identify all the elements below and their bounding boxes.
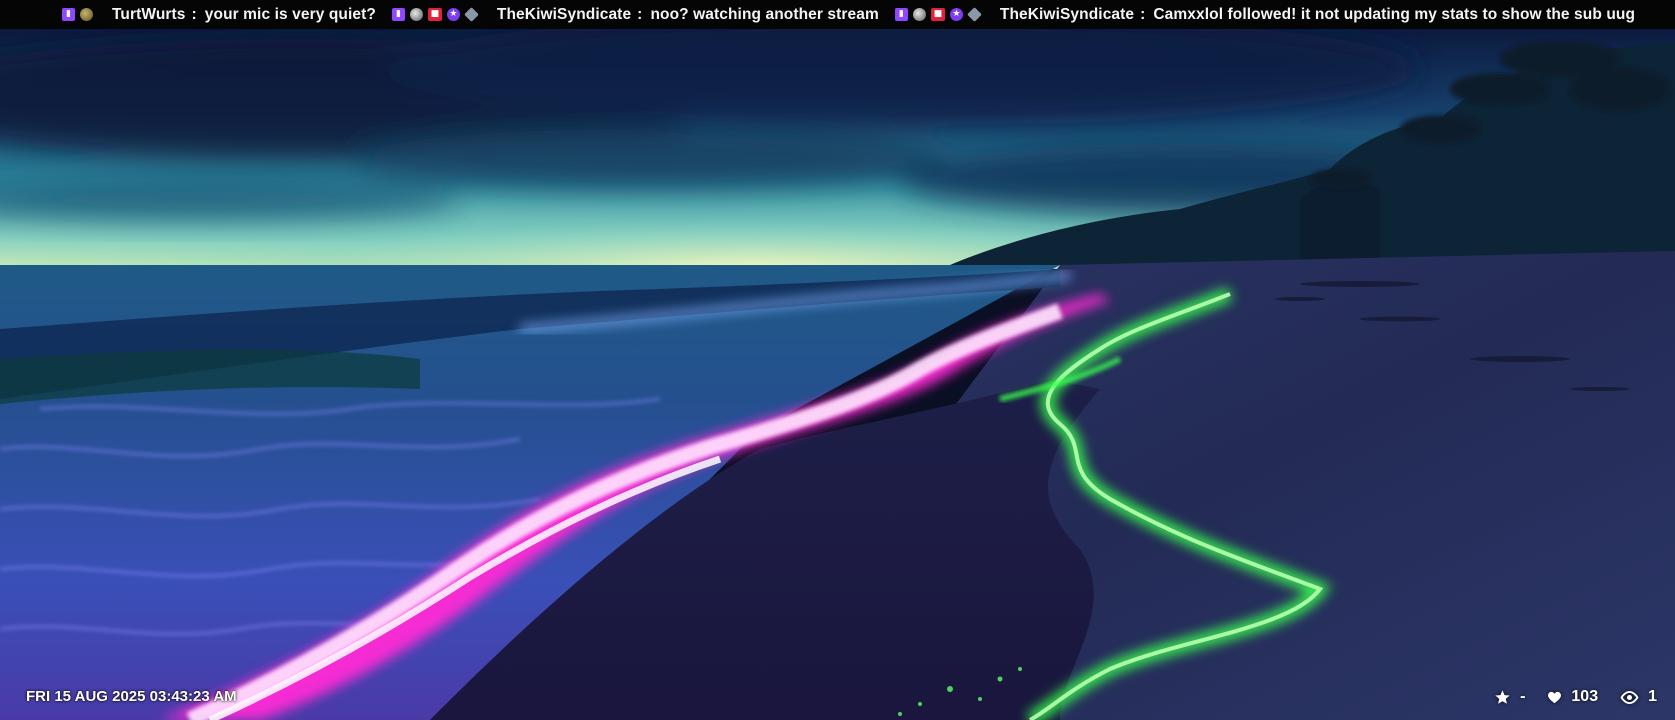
chat-text: noo? watching another stream <box>650 5 879 23</box>
chat-username: TheKiwiSyndicate <box>496 5 632 23</box>
heart-icon <box>1548 691 1562 703</box>
gem-icon <box>967 7 982 22</box>
chat-text: Camxxlol followed! it not updating my st… <box>1153 5 1636 23</box>
badge-group: ▮ ■ ★ <box>391 7 483 22</box>
badge-group: ▮ <box>62 8 98 21</box>
avatar-icon <box>80 8 93 21</box>
camera-icon: ■ <box>427 8 442 21</box>
stream-background <box>0 29 1675 720</box>
twitch-icon: ▮ <box>62 8 75 21</box>
likes-stat: 103 <box>1547 688 1598 706</box>
datetime-display: FRI 15 AUG 2025 03:43:23 AM <box>26 688 237 705</box>
favorites-count: - <box>1520 688 1526 705</box>
avatar-icon <box>409 8 423 21</box>
badge-group: ▮ ■ ★ <box>894 7 986 22</box>
chat-ticker: ▮ TurtWurts : your mic is very quiet? ▮ … <box>0 0 1675 29</box>
gem-icon <box>464 7 479 22</box>
star-icon: ★ <box>949 8 963 21</box>
chat-separator: : <box>1140 5 1146 23</box>
viewers-count: 1 <box>1648 688 1657 705</box>
chat-message: ▮ ■ ★ TheKiwiSyndicate : Camxxlol follow… <box>894 5 1636 24</box>
ticker-track: ▮ TurtWurts : your mic is very quiet? ▮ … <box>0 6 1651 24</box>
viewers-stat: 1 <box>1620 688 1657 706</box>
chat-username: TheKiwiSyndicate <box>999 5 1135 23</box>
twitch-icon: ▮ <box>391 8 405 21</box>
bioluminescent-beach-image <box>0 29 1675 720</box>
avatar-icon <box>912 8 926 21</box>
star-icon: ★ <box>446 8 460 21</box>
eye-icon <box>1620 690 1639 704</box>
chat-username: TurtWurts <box>112 5 186 23</box>
camera-icon: ■ <box>930 8 945 21</box>
likes-count: 103 <box>1571 688 1599 705</box>
stream-stats: - 103 1 <box>1472 688 1657 706</box>
star-icon <box>1495 689 1510 704</box>
twitch-icon: ▮ <box>894 8 908 21</box>
chat-separator: : <box>637 5 643 23</box>
chat-text: your mic is very quiet? <box>204 5 376 23</box>
favorites-stat: - <box>1494 688 1525 706</box>
chat-separator: : <box>191 5 197 23</box>
chat-message: ▮ ■ ★ TheKiwiSyndicate : noo? watching a… <box>391 5 879 24</box>
chat-message: ▮ TurtWurts : your mic is very quiet? <box>62 6 376 24</box>
